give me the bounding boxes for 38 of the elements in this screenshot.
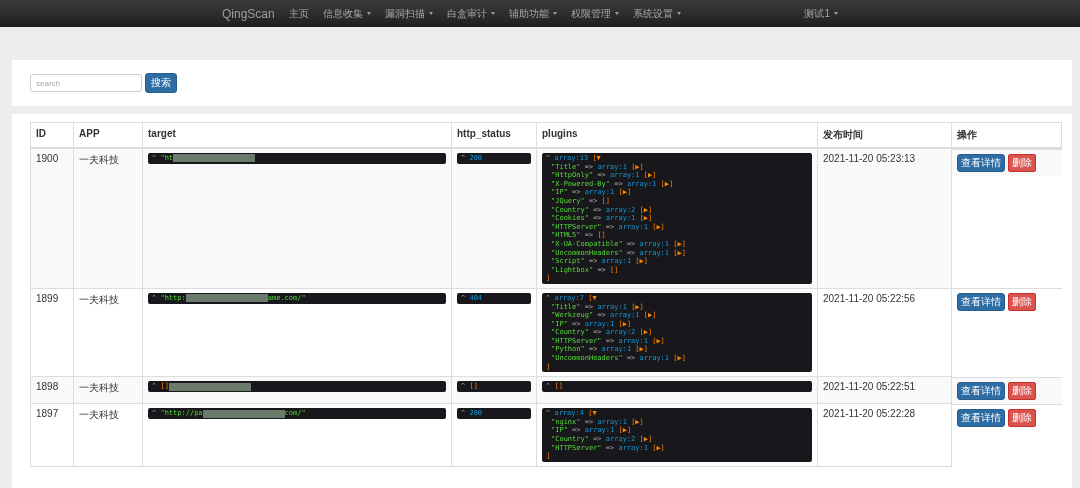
table-cell: 2021-11-20 05:23:13 [817, 148, 952, 289]
table-cell: 2021-11-20 05:22:28 [817, 403, 952, 467]
delete-button[interactable]: 删除 [1008, 293, 1036, 312]
table-cell: 1899 [30, 288, 74, 377]
delete-button[interactable]: 删除 [1008, 154, 1036, 172]
view-button[interactable]: 查看详情 [957, 293, 1005, 312]
nav-link[interactable]: 漏洞扫描 [384, 6, 433, 21]
caret-icon [366, 12, 371, 15]
view-button[interactable]: 查看详情 [957, 408, 1005, 427]
nav-link[interactable]: 信息收集 [322, 6, 371, 21]
caret-icon [676, 12, 681, 15]
caret-icon [428, 12, 433, 15]
view-button[interactable]: 查看详情 [957, 381, 1005, 400]
table-cell: 2021-11-20 05:22:56 [817, 288, 952, 377]
table-cell: 2021-11-20 05:22:51 [817, 376, 952, 404]
caret-icon [552, 12, 557, 15]
table-cell: 一夫科技 [73, 288, 143, 377]
delete-button[interactable]: 删除 [1008, 381, 1036, 400]
nav-link[interactable]: 主页 [288, 6, 309, 21]
nav-link[interactable]: 白盒审计 [446, 6, 495, 21]
search-field[interactable]: search [30, 74, 142, 92]
caret-icon [490, 12, 495, 15]
table-cell: 一夫科技 [73, 148, 143, 289]
table-cell: 1898 [30, 376, 74, 404]
table-cell: 一夫科技 [73, 376, 143, 404]
user-menu[interactable]: 测试1 [804, 6, 838, 21]
caret-icon [834, 12, 838, 15]
table-cell: 1900 [30, 148, 74, 289]
search-button[interactable]: 搜索 [145, 73, 177, 93]
view-button[interactable]: 查看详情 [957, 154, 1005, 172]
nav-link[interactable]: 辅助功能 [508, 6, 557, 21]
nav-link[interactable]: 系统设置 [632, 6, 681, 21]
brand-link[interactable]: QingScan [222, 6, 275, 21]
table-cell: 一夫科技 [73, 403, 143, 467]
nav-link[interactable]: 权限管理 [570, 6, 619, 21]
table-cell: 1897 [30, 403, 74, 467]
delete-button[interactable]: 删除 [1008, 408, 1036, 427]
caret-icon [614, 12, 619, 15]
